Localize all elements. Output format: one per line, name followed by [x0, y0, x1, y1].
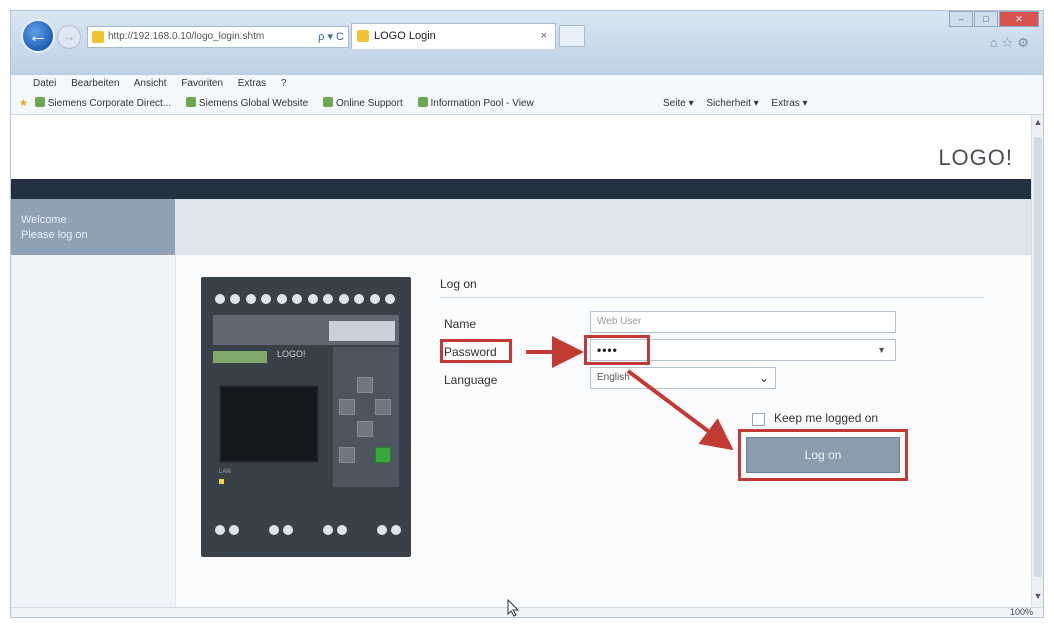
command-bar: Seite ▾ Sicherheit ▾ Extras ▾ [663, 93, 818, 114]
chevron-down-icon: ⌄ [758, 371, 769, 385]
status-bar: 100% [11, 607, 1043, 617]
device-label [329, 321, 395, 341]
name-input[interactable]: Web User [590, 311, 896, 333]
address-tools-icon[interactable]: ρ ▾ C [318, 27, 344, 47]
password-input-highlight [584, 335, 650, 365]
favorites-bar: ★ Siemens Corporate Direct... Siemens Gl… [11, 93, 1043, 115]
password-label-highlight [440, 339, 512, 363]
dropdown-icon: ▼ [877, 345, 887, 355]
maximize-button[interactable]: □ [974, 11, 998, 27]
window-controls: – □ ✕ [948, 11, 1039, 29]
scroll-up-icon[interactable]: ▲ [1032, 117, 1043, 131]
menu-extras[interactable]: Extras [238, 78, 266, 89]
vertical-scrollbar[interactable]: ▲ ▼ [1031, 115, 1043, 607]
keypad-right-icon [375, 399, 391, 415]
tools-menu[interactable]: Extras ▾ [771, 98, 807, 109]
browser-titlebar: ← → http://192.168.0.10/logo_login.shtm … [11, 11, 1043, 75]
device-keypad [333, 347, 399, 487]
menu-bar: Datei Bearbeiten Ansicht Favoriten Extra… [11, 75, 1043, 93]
favorite-link[interactable]: Online Support [323, 98, 403, 109]
mouse-cursor-icon [507, 599, 520, 617]
tab-favicon-icon [357, 30, 369, 42]
minimize-button[interactable]: – [949, 11, 973, 27]
address-bar[interactable]: http://192.168.0.10/logo_login.shtm ρ ▾ … [87, 26, 349, 48]
keep-logged-label: Keep me logged on [774, 411, 879, 425]
top-navbar [11, 179, 1033, 199]
menu-bearbeiten[interactable]: Bearbeiten [71, 78, 119, 89]
logo-brand: LOGO! [938, 145, 1013, 170]
forward-arrow-icon: → [62, 29, 76, 44]
close-window-button[interactable]: ✕ [999, 11, 1039, 27]
name-label: Name [444, 317, 477, 331]
back-button[interactable]: ← [21, 19, 55, 53]
language-label: Language [444, 373, 498, 387]
favorites-star-icon[interactable]: ★ [19, 98, 28, 109]
keypad-ok-icon [375, 447, 391, 463]
back-arrow-icon: ← [28, 25, 48, 47]
device-display [219, 385, 319, 463]
new-tab-button[interactable] [559, 25, 585, 47]
scroll-thumb[interactable] [1034, 137, 1042, 577]
menu-favoriten[interactable]: Favoriten [181, 78, 223, 89]
page-icon [92, 31, 104, 43]
safety-menu[interactable]: Sicherheit ▾ [706, 98, 758, 109]
welcome-text: Welcome [21, 214, 67, 226]
web-page: LOGO! Welcome Please log on LOGO! LAN Lo… [11, 115, 1033, 607]
sidebar-welcome-box: Welcome Please log on [11, 199, 175, 255]
log-on-button-highlight [738, 429, 908, 481]
keypad-down-icon [357, 421, 373, 437]
device-green-stripe [213, 351, 267, 363]
scroll-down-icon[interactable]: ▼ [1032, 591, 1043, 605]
keypad-up-icon [357, 377, 373, 393]
language-select[interactable]: English ⌄ [590, 367, 776, 389]
browser-window: ← → http://192.168.0.10/logo_login.shtm … [10, 10, 1044, 618]
device-brand: LOGO! [277, 349, 306, 359]
log-on-prompt: Please log on [21, 229, 88, 241]
menu-ansicht[interactable]: Ansicht [134, 78, 167, 89]
logo-device-image: LOGO! LAN [201, 277, 411, 557]
language-value: English [597, 372, 630, 383]
favorite-link[interactable]: Siemens Corporate Direct... [35, 98, 171, 109]
form-divider [440, 297, 984, 298]
page-header: LOGO! [11, 115, 1033, 179]
address-text: http://192.168.0.10/logo_login.shtm [108, 31, 265, 42]
menu-datei[interactable]: Datei [33, 78, 56, 89]
tab-close-icon[interactable]: × [541, 24, 547, 48]
tab-title: LOGO Login [374, 30, 436, 42]
status-led [219, 479, 224, 484]
login-content: LOGO! LAN Log on Name Web User Password … [175, 255, 1033, 607]
keypad-esc-icon [339, 447, 355, 463]
bottom-terminals [215, 521, 401, 545]
browser-tab[interactable]: LOGO Login × [351, 23, 556, 49]
menu-help[interactable]: ? [281, 78, 287, 89]
page-menu[interactable]: Seite ▾ [663, 98, 694, 109]
login-form: Log on Name Web User Password •••• ▼ Lan… [440, 277, 1020, 497]
top-terminals [215, 285, 395, 313]
form-title: Log on [440, 277, 477, 291]
keypad-left-icon [339, 399, 355, 415]
home-favorites-settings-icons[interactable]: ⌂☆⚙ [990, 35, 1033, 51]
forward-button[interactable]: → [57, 25, 81, 49]
left-sidebar: Welcome Please log on [11, 199, 175, 607]
zoom-level[interactable]: 100% [1010, 607, 1033, 617]
favorite-link[interactable]: Siemens Global Website [186, 98, 308, 109]
header-band [175, 199, 1033, 255]
keep-logged-checkbox[interactable] [752, 413, 765, 426]
favorite-link[interactable]: Information Pool - View [418, 98, 534, 109]
led-label: LAN [219, 469, 231, 475]
